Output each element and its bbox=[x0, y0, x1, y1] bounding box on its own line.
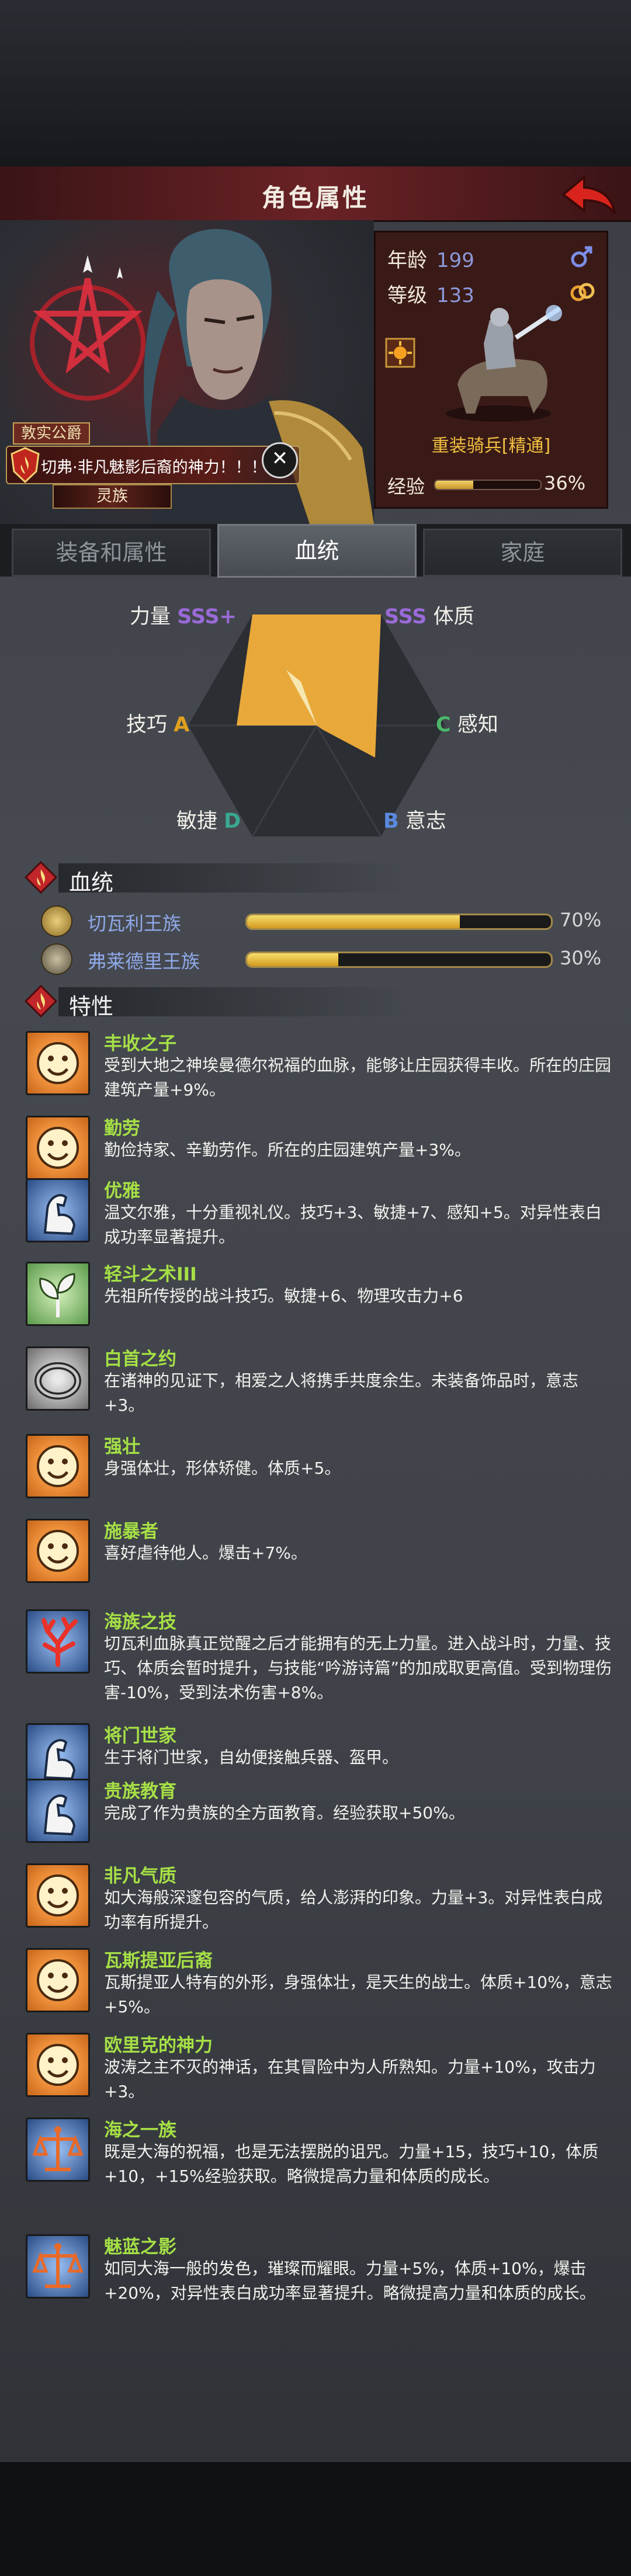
trait-name: 强壮 bbox=[104, 1436, 140, 1457]
trait-description: 如同大海一般的发色，璀璨而耀眼。力量+5%，体质+10%，爆击+20%，对异性表… bbox=[104, 2259, 596, 2303]
trait-name: 瓦斯提亚后裔 bbox=[104, 1950, 213, 1971]
smile-face-icon bbox=[26, 1863, 90, 1928]
trait-name: 欧里克的神力 bbox=[104, 2035, 213, 2056]
trait-description: 切瓦利血脉真正觉醒之后才能拥有的无上力量。进入战斗时，力量、技巧、体质会暂时提升… bbox=[104, 1634, 612, 1702]
coral-icon bbox=[26, 1609, 90, 1674]
smile-face-icon bbox=[26, 1031, 90, 1095]
royal-crest-icon bbox=[41, 943, 72, 975]
radar-axis-will: B 意志 bbox=[383, 810, 446, 833]
page-header: 角色属性 bbox=[0, 166, 631, 222]
radar-axis-perception: C 感知 bbox=[436, 713, 498, 737]
strong-arm-icon bbox=[26, 1178, 90, 1242]
trait-description: 生于将门世家，自幼便接触兵器、盔甲。 bbox=[104, 1748, 399, 1767]
scales-icon bbox=[26, 2234, 90, 2299]
trait-description: 勤俭持家、辛勤劳作。所在的庄园建筑产量+3%。 bbox=[104, 1140, 471, 1159]
attribute-radar: 力量 SSS+ SSS 体质 C 感知 B 意志 敏捷 D 技巧 A bbox=[0, 577, 631, 839]
heavy-cavalry-unit-image bbox=[446, 305, 562, 422]
back-arrow-icon[interactable] bbox=[561, 172, 617, 216]
xp-label: 经验 bbox=[387, 475, 425, 498]
trait-description: 先祖所传授的战斗技巧。敏捷+6、物理攻击力+6 bbox=[104, 1286, 463, 1306]
trait-description: 喜好虐待他人。爆击+7%。 bbox=[104, 1543, 307, 1563]
trait-description: 身强体壮，形体矫健。体质+5。 bbox=[104, 1459, 341, 1478]
bloodline-name: 切瓦利王族 bbox=[88, 912, 182, 935]
leaf-icon bbox=[26, 1262, 90, 1326]
age-label: 年龄 bbox=[387, 249, 427, 272]
royal-crest-icon bbox=[41, 905, 72, 937]
trait-description: 受到大地之神埃曼德尔祝福的血脉，能够让庄园获得丰收。所在的庄园建筑产量+9%。 bbox=[104, 1056, 612, 1099]
age-row: 年龄 199 bbox=[387, 244, 474, 273]
trait-name: 勤劳 bbox=[104, 1118, 140, 1139]
unit-class-name: 重装骑兵[精通] bbox=[431, 436, 551, 456]
bloodline-row: 弗莱德里王族 30% bbox=[41, 943, 613, 975]
trait-name: 海族之技 bbox=[104, 1612, 176, 1633]
radar-chart bbox=[188, 614, 445, 837]
smile-face-icon bbox=[26, 2033, 90, 2097]
xp-percent: 36% bbox=[544, 472, 586, 494]
bloodline-row: 切瓦利王族 70% bbox=[41, 905, 613, 937]
bloodline-percent: 70% bbox=[560, 909, 602, 931]
bloodline-section-title: 血统 bbox=[69, 870, 114, 895]
smile-face-icon bbox=[26, 1519, 90, 1583]
trait-name: 魅蓝之影 bbox=[104, 2237, 176, 2258]
bloodline-percent: 30% bbox=[560, 947, 602, 969]
bloodline-section-header: 血统 bbox=[23, 859, 432, 896]
shield-icon bbox=[11, 447, 40, 483]
smile-face-icon bbox=[26, 1948, 90, 2012]
trait-name: 将门世家 bbox=[104, 1726, 176, 1747]
trait-description: 波涛之主不灭的神话，在其冒险中为人所熟知。力量+10%，攻击力+3。 bbox=[104, 2057, 596, 2101]
trait-description: 在诸神的见证下，相爱之人将携手共度余生。未装备饰品时，意志+3。 bbox=[104, 1371, 579, 1415]
trait-name: 白首之约 bbox=[104, 1349, 176, 1370]
trait-description: 如大海般深邃包容的气质，给人澎湃的印象。力量+3。对异性表白成功率有所提升。 bbox=[104, 1888, 603, 1932]
flame-badge-icon bbox=[24, 984, 58, 1018]
traits-section-title: 特性 bbox=[69, 994, 114, 1019]
trait-name: 贵族教育 bbox=[104, 1781, 176, 1802]
trait-description: 完成了作为贵族的全方面教育。经验获取+50%。 bbox=[104, 1803, 465, 1822]
level-label: 等级 bbox=[387, 284, 427, 307]
age-value: 199 bbox=[436, 249, 474, 272]
trait-description: 既是大海的祝福，也是无法摆脱的诅咒。力量+15，技巧+10，体质+10，+15%… bbox=[104, 2142, 599, 2186]
trait-name: 优雅 bbox=[104, 1181, 140, 1202]
xp-progress-fill bbox=[435, 481, 473, 489]
trait-description: 瓦斯提亚人特有的外形，身强体壮，是天生的战士。体质+10%，意志+5%。 bbox=[104, 1973, 612, 2016]
tab-family[interactable]: 家庭 bbox=[423, 529, 622, 577]
bloodline-bar bbox=[245, 914, 553, 930]
scales-icon bbox=[26, 2117, 90, 2182]
radar-axis-agility: 敏捷 D bbox=[176, 810, 241, 833]
close-icon[interactable]: ✕ bbox=[262, 442, 298, 478]
bloodline-bar bbox=[245, 952, 553, 968]
trait-name: 非凡气质 bbox=[104, 1866, 176, 1887]
faction-badge: 敦实公爵 bbox=[13, 422, 91, 445]
lineage-title-text: 切弗·非凡魅影后裔的神力！！！ bbox=[41, 459, 267, 477]
trait-name: 丰收之子 bbox=[104, 1033, 176, 1054]
radar-axis-constitution: SSS 体质 bbox=[384, 605, 474, 629]
smile-face-icon bbox=[26, 1116, 90, 1180]
bloodline-name: 弗莱德里王族 bbox=[88, 950, 200, 973]
trait-name: 施暴者 bbox=[104, 1521, 158, 1542]
trait-description: 温文尔雅，十分重视礼仪。技巧+3、敏捷+7、感知+5。对异性表白成功率显著提升。 bbox=[104, 1203, 602, 1247]
sun-skill-icon bbox=[385, 338, 415, 368]
strong-arm-icon bbox=[26, 1779, 90, 1843]
stats-card: 年龄 199 等级 133 重装骑兵[精通] 经验 36% bbox=[374, 231, 608, 509]
page-title: 角色属性 bbox=[261, 183, 369, 212]
race-tag: 灵族 bbox=[53, 484, 172, 509]
xp-progress-bar bbox=[434, 480, 542, 490]
radar-axis-skill: 技巧 A bbox=[126, 713, 190, 737]
flame-badge-icon bbox=[24, 860, 58, 894]
trait-name: 轻斗之术III bbox=[104, 1264, 197, 1285]
ring-icon bbox=[26, 1346, 90, 1411]
tab-bar: 装备和属性 血统 家庭 bbox=[0, 524, 631, 578]
trait-name: 海之一族 bbox=[104, 2120, 176, 2141]
tab-bloodline[interactable]: 血统 bbox=[217, 524, 417, 578]
top-bar bbox=[0, 0, 631, 166]
male-gender-icon bbox=[571, 246, 592, 268]
tab-equipment[interactable]: 装备和属性 bbox=[12, 529, 211, 577]
traits-section-header: 特性 bbox=[23, 983, 432, 1020]
hero-portrait-area: 敦实公爵 切弗·非凡魅影后裔的神力！！！ ✕ 灵族 bbox=[0, 220, 374, 524]
strong-arm-icon bbox=[26, 1723, 90, 1787]
radar-axis-strength: 力量 SSS+ bbox=[130, 605, 237, 629]
bottom-bar bbox=[0, 2462, 631, 2576]
lineage-title-banner: 切弗·非凡魅影后裔的神力！！！ bbox=[6, 446, 300, 484]
rings-icon bbox=[570, 283, 595, 301]
smile-face-icon bbox=[26, 1434, 90, 1498]
